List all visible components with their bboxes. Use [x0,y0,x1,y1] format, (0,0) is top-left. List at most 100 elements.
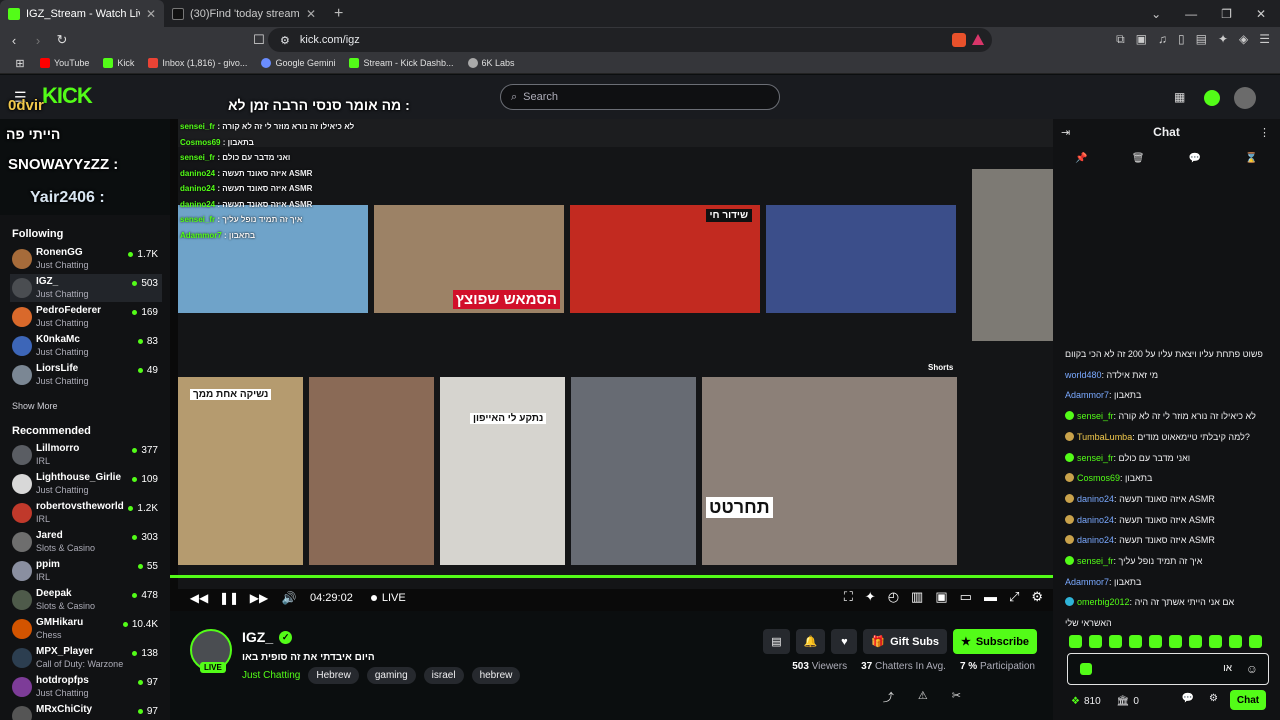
sidebar-channel[interactable]: ppim IRL 55 [10,557,162,585]
emote-icon[interactable] [1249,635,1262,648]
menu-icon[interactable]: ☰ [1259,32,1270,47]
report-icon[interactable]: ⚠ [918,689,928,705]
sidebar-channel[interactable]: RonenGG Just Chatting 1.7K [10,245,162,273]
chat-message[interactable]: danino24: איזה סאונד תעשה ASMR [1065,530,1278,551]
reload-icon[interactable]: ↻ [52,32,72,48]
ai-icon[interactable]: ✦ [1218,32,1228,47]
chat-message[interactable]: האשראי שלי [1065,613,1278,634]
forward-icon[interactable]: › [28,33,48,48]
chat-user[interactable]: sensei_fr [1077,411,1114,421]
emote-icon[interactable] [1169,635,1182,648]
tag[interactable]: hebrew [471,667,521,684]
chat-message[interactable]: Adammor7: בתאבון [1065,385,1278,406]
video-player[interactable]: הסמאש שפוצץ שידור חי Shorts נשיקה אחת ממ… [170,119,1053,611]
sparkle-icon[interactable]: ✦ [865,589,876,605]
subs-count[interactable]: 0 [1133,696,1139,707]
message-icon[interactable]: 💬 [1189,153,1201,164]
send-chat-button[interactable]: Chat [1230,690,1266,710]
sidebar-channel[interactable]: robertovstheworld IRL 1.2K [10,499,162,527]
pin-icon[interactable]: 📌 [1075,153,1087,164]
bookmark-6k-labs[interactable]: 6K Labs [467,58,515,68]
chat-message[interactable]: omerbig2012: אם אני הייתי אשתך זה היה [1065,592,1278,613]
bookmark-gemini[interactable]: Google Gemini [261,58,335,68]
clip-icon[interactable]: ✂ [952,689,961,705]
chat-message[interactable]: פשוט פתחת עליו ויצאת עליו על 200 זה לא ה… [1065,344,1278,365]
chat-user[interactable]: omerbig2012 [1077,597,1130,607]
chat-user[interactable]: sensei_fr [1077,556,1114,566]
follow-button[interactable]: ♥ [831,629,858,654]
site-info-icon[interactable]: ⚙ [280,34,290,47]
chat-input[interactable]: או ☺ [1067,653,1269,685]
emote-icon[interactable] [1229,635,1242,648]
sidebar-channel[interactable]: Lighthouse_Girlie Just Chatting 109 [10,470,162,498]
sidebar-channel[interactable]: Deepak Slots & Casino 478 [10,586,162,614]
tab-search-icon[interactable]: ⌄ [1151,7,1161,21]
close-window-icon[interactable]: ✕ [1256,7,1266,21]
search-input[interactable]: ⌕ Search [500,84,780,110]
fullscreen-icon[interactable]: ⤢ [1009,589,1019,605]
sidebar-channel[interactable]: Lillmorro IRL 377 [10,441,162,469]
sidebar-channel[interactable]: PedroFederer Just Chatting 169 [10,303,162,331]
chat-message[interactable]: sensei_fr: ואני מדבר עם כולם [1065,448,1278,469]
tag[interactable]: israel [423,667,464,684]
emote-icon[interactable] [1189,635,1202,648]
sidebar-icon[interactable]: ▯ [1178,32,1185,47]
sidebar-channel[interactable]: LiorsLife Just Chatting 49 [10,361,162,389]
user-avatar[interactable] [1234,87,1256,109]
streamer-name[interactable]: IGZ_ ✓ [242,629,293,645]
chat-user[interactable]: Adammor7 [1065,577,1109,587]
chat-message[interactable]: danino24: איזה סאונד תעשה ASMR [1065,489,1278,510]
chat-user[interactable]: world480 [1065,370,1102,380]
notifications-button[interactable]: 🔔 [795,629,826,654]
stats-icon[interactable]: ▥ [911,589,923,605]
bookmark-kick[interactable]: Kick [103,58,134,68]
speed-icon[interactable]: ◴ [888,589,899,605]
chat-message[interactable]: sensei_fr: לא כיאילו זה נורא מוזר לי זה … [1065,406,1278,427]
emote-icon[interactable] [1069,635,1082,648]
chat-user[interactable]: danino24 [1077,494,1114,504]
chat-message[interactable]: Adammor7: בתאבון [1065,572,1278,593]
settings-icon[interactable]: ⚙ [1031,589,1043,605]
maximize-icon[interactable]: ❐ [1221,7,1232,21]
sidebar-channel[interactable]: MPX_Player Call of Duty: Warzone 138 [10,644,162,672]
live-indicator[interactable]: LIVE [371,592,406,604]
browse-icon[interactable]: ▦ [1174,90,1190,106]
forward-icon[interactable]: ▶▶ [244,591,274,605]
sidebar-channel[interactable]: MRxChiCity 97 [10,702,162,720]
chat-settings-icon[interactable]: ⚙ [1209,693,1218,704]
bookmark-inbox[interactable]: Inbox (1,816) - givo... [148,58,247,68]
bookmark-kick-dashboard[interactable]: Stream - Kick Dashb... [349,58,454,68]
new-tab-icon[interactable]: + [324,5,353,23]
chat-user[interactable]: sensei_fr [1077,453,1114,463]
cast-icon[interactable]: ▭ [960,589,972,605]
minimize-icon[interactable]: — [1185,7,1197,21]
chat-user[interactable]: Adammor7 [1065,390,1109,400]
brave-shield-icon[interactable] [952,33,966,47]
brave-rewards-icon[interactable] [972,34,984,45]
chat-user[interactable]: TumbaLumba [1077,432,1132,442]
emote-icon[interactable] [1089,635,1102,648]
chat-message[interactable]: sensei_fr: איך זה תמיד נופל עליך [1065,551,1278,572]
pause-icon[interactable]: ❚❚ [214,591,244,605]
rewind-icon[interactable]: ◀◀ [184,591,214,605]
volume-icon[interactable]: 🔊 [274,591,304,605]
category-link[interactable]: Just Chatting [242,670,300,681]
tag[interactable]: gaming [366,667,416,684]
wallet-icon[interactable]: ▤ [1196,32,1207,47]
chat-message[interactable]: world480: מי זאת אילדה [1065,365,1278,386]
subscribe-button[interactable]: ★ Subscribe [953,629,1037,654]
music-icon[interactable]: ♫ [1158,32,1167,47]
chat-user[interactable]: Cosmos69 [1077,473,1120,483]
gift-subs-button[interactable]: 🎁 Gift Subs [863,629,947,654]
emote-icon[interactable] [1209,635,1222,648]
share-icon[interactable]: ⤴ [883,689,894,705]
hourglass-icon[interactable]: ⌛ [1245,153,1257,164]
clip-icon[interactable]: ⛶ [844,589,853,605]
tab-tiktok[interactable]: (30)Find 'today streamers update' on ✕ [164,0,324,27]
chat-popout-button[interactable]: ▤ [763,629,790,654]
apps-icon[interactable]: ⊞ [0,57,40,70]
tab-kick[interactable]: IGZ_Stream - Watch Live on K ✕ [0,0,164,27]
vpn-icon[interactable]: ◈ [1239,32,1248,47]
kick-logo[interactable]: KICK [42,83,93,109]
sidebar-channel[interactable]: GMHikaru Chess 10.4K [10,615,162,643]
